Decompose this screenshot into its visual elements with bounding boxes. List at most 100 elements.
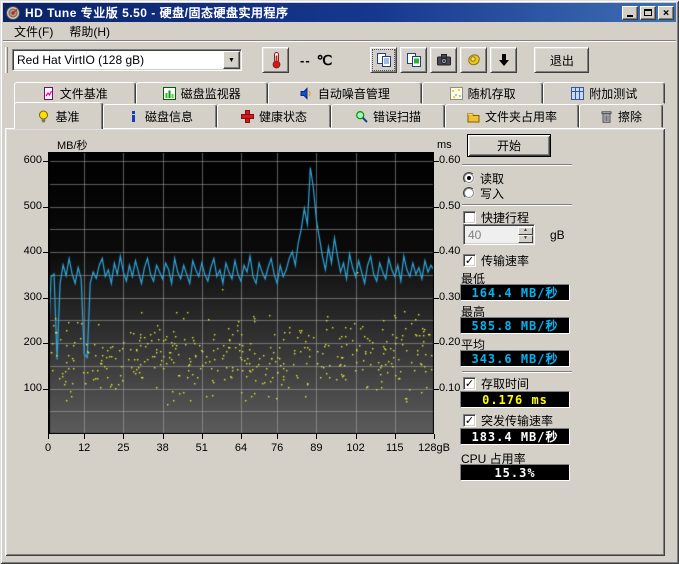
write-radio-row[interactable]: 写入 [463,186,504,200]
burst-rate-checkbox[interactable]: ✓ [463,414,476,427]
tab-label: 文件夹占用率 [485,108,557,125]
tab-health[interactable]: 健康状态 [217,104,331,128]
menu-help[interactable]: 帮助(H) [62,21,117,42]
tab-folder-usage[interactable]: 文件夹占用率 [445,104,579,128]
tab-disk-monitor[interactable]: 磁盘监视器 [136,82,268,104]
axis-tick [434,252,439,253]
close-button[interactable]: × [658,6,674,20]
health-cross-icon [241,110,254,123]
tab-random-access[interactable]: 随机存取 [422,82,544,104]
tab-label: 文件基准 [60,85,108,102]
shortstroke-row[interactable]: 快捷行程 [463,210,529,224]
temperature-button[interactable] [262,47,289,73]
tab-label: 磁盘信息 [145,108,193,125]
benchmark-panel: MB/秒 ms 6005004003002001000.600.500.400.… [5,128,665,556]
start-button[interactable]: 开始 [467,134,551,157]
close-icon: × [663,6,670,19]
transfer-rate-row[interactable]: ✓ 传输速率 [463,253,529,267]
copy-image-button[interactable] [400,47,427,73]
app-icon [5,5,21,21]
axis-tick-label: 600 [10,154,42,166]
stepper-down-icon[interactable]: ▼ [518,235,533,243]
random-access-icon [450,87,463,100]
min-value-display: 164.4 MB/秒 [460,284,570,301]
stepper-up-icon[interactable]: ▲ [518,227,533,235]
cpu-usage-display: 15.3% [460,464,570,481]
read-radio[interactable] [463,172,475,184]
menu-file[interactable]: 文件(F) [7,21,60,42]
axis-tick [202,434,203,439]
left-axis-title: MB/秒 [57,137,88,153]
title-bar: HD Tune 专业版 5.50 - 硬盘/固态硬盘实用程序 × [3,3,676,22]
tab-aam[interactable]: 自动噪音管理 [268,82,422,104]
axis-tick-label: 89 [294,442,338,454]
tab-label: 随机存取 [468,85,516,102]
shortstroke-stepper[interactable]: 40 ▲ ▼ [463,224,535,245]
axis-tick [163,434,164,439]
minimize-button[interactable] [622,6,638,20]
benchmark-chart [48,152,434,434]
axis-tick-label: 12 [62,442,106,454]
exit-button[interactable]: 退出 [534,47,589,73]
screenshot-button[interactable] [430,47,457,73]
temperature-value: -- [300,53,311,68]
axis-tick-label: 38 [141,442,185,454]
axis-tick [434,434,435,439]
access-time-checkbox[interactable]: ✓ [463,377,476,390]
shortstroke-value: 40 [464,228,518,242]
axis-tick [277,434,278,439]
write-radio[interactable] [463,187,475,199]
tab-file-benchmark[interactable]: 文件基准 [14,82,136,104]
chevron-down-icon[interactable]: ▼ [223,51,240,69]
axis-tick-label: 115 [373,442,417,454]
download-arrow-icon [496,52,512,68]
tab-row-bottom: 基准 磁盘信息 健康状态 错误扫描 [14,104,663,128]
axis-tick-label: 400 [10,245,42,257]
hand-coin-icon [466,52,482,68]
tab-disk-info[interactable]: 磁盘信息 [103,104,217,128]
tab-label: 擦除 [618,108,642,125]
axis-tick [434,207,439,208]
shortstroke-checkbox[interactable] [463,211,476,224]
copy-text-button[interactable] [370,47,397,73]
save-results-button[interactable] [490,47,517,73]
minimize-icon [627,15,633,17]
drive-select[interactable]: Red Hat VirtIO (128 gB) ▼ [12,49,242,71]
axis-tick-label: 100 [10,382,42,394]
axis-tick-label: 76 [255,442,299,454]
burst-rate-display: 183.4 MB/秒 [460,428,570,445]
axis-tick [434,298,439,299]
donate-button[interactable] [460,47,487,73]
axis-tick [43,343,48,344]
tab-error-scan[interactable]: 错误扫描 [331,104,445,128]
maximize-button[interactable] [640,6,656,20]
axis-tick [316,434,317,439]
right-axis-title: ms [437,139,452,151]
tab-label: 磁盘监视器 [181,85,241,102]
window-title: HD Tune 专业版 5.50 - 硬盘/固态硬盘实用程序 [25,4,288,21]
camera-icon [436,52,452,68]
axis-tick [48,434,49,439]
menu-bar: 文件(F) 帮助(H) [3,22,676,41]
axis-tick-label: 500 [10,200,42,212]
lightbulb-icon [37,110,50,123]
max-value-display: 585.8 MB/秒 [460,317,570,334]
axis-tick [43,298,48,299]
tab-erase[interactable]: 擦除 [579,104,663,128]
axis-tick [84,434,85,439]
transfer-rate-checkbox[interactable]: ✓ [463,254,476,267]
burst-rate-label: 突发传输速率 [481,412,553,429]
axis-tick [356,434,357,439]
axis-tick-label: 51 [180,442,224,454]
tab-extra-tests[interactable]: 附加测试 [543,82,665,104]
divider [462,371,572,373]
magnifier-icon [355,110,368,123]
axis-tick [434,161,439,162]
toolbar-gripper [5,47,8,73]
toolbar: Red Hat VirtIO (128 gB) ▼ -- ℃ [3,42,676,78]
read-radio-row[interactable]: 读取 [463,171,504,185]
tab-benchmark[interactable]: 基准 [14,102,103,129]
burst-rate-row[interactable]: ✓ 突发传输速率 [463,413,553,427]
access-time-row[interactable]: ✓ 存取时间 [463,376,529,390]
axis-tick [434,343,439,344]
